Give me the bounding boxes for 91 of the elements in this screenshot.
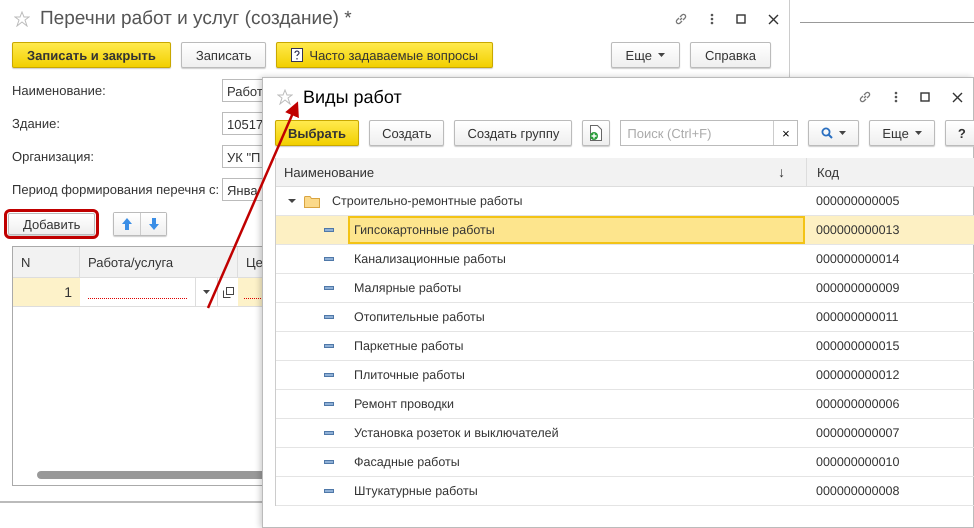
list-row[interactable]: Плиточные работы 000000000012 — [276, 361, 974, 390]
create-button[interactable]: Создать — [369, 120, 444, 146]
more-icon[interactable] — [894, 91, 898, 103]
field-label: Здание: — [12, 116, 61, 131]
table-cell-text: Отопительные работы — [353, 309, 486, 326]
search-button[interactable] — [808, 120, 860, 146]
table-cell-text: Паркетные работы — [353, 338, 465, 355]
item-icon — [324, 373, 334, 377]
field-label: Период формирования перечня с: — [12, 182, 220, 197]
link-icon[interactable] — [858, 90, 872, 104]
table-cell-text: Установка розеток и выключателей — [353, 425, 560, 442]
caret-icon — [839, 131, 846, 135]
caret-icon — [658, 53, 665, 57]
collapse-icon[interactable] — [288, 197, 296, 205]
add-document-icon — [589, 125, 604, 141]
list-row[interactable]: Фасадные работы 000000000010 — [276, 448, 974, 477]
column-header[interactable]: Работа/услуга — [80, 247, 238, 277]
faq-button[interactable]: Часто задаваемые вопросы — [276, 42, 494, 68]
list-row[interactable]: Отопительные работы 000000000011 — [276, 303, 974, 332]
move-down-button[interactable] — [140, 213, 166, 235]
folder-icon — [304, 194, 320, 208]
column-header[interactable]: N — [13, 247, 80, 277]
more-icon[interactable] — [710, 13, 714, 25]
table-cell-text: 000000000012 — [815, 368, 900, 382]
table-cell-text: Фасадные работы — [353, 454, 461, 471]
field-label: Наименование: — [12, 83, 107, 98]
more-button[interactable]: Еще — [610, 42, 680, 68]
list-row[interactable]: Малярные работы 000000000009 — [276, 274, 974, 303]
table-cell-text: 000000000010 — [815, 455, 900, 469]
table-cell-text: Штукатурные работы — [353, 483, 479, 500]
column-header[interactable]: Код — [806, 158, 974, 186]
create-group-button[interactable]: Создать группу — [454, 120, 572, 146]
list-row[interactable]: Паркетные работы 000000000015 — [276, 332, 974, 361]
star-icon[interactable] — [277, 89, 293, 105]
list-row[interactable]: Канализационные работы 000000000014 — [276, 245, 974, 274]
list-row[interactable]: Штукатурные работы 000000000008 — [276, 477, 974, 506]
up-arrow-icon — [121, 217, 134, 231]
table-cell-text: 000000000015 — [815, 339, 900, 353]
table-cell-text: Плиточные работы — [353, 367, 466, 384]
item-icon — [324, 431, 334, 435]
down-arrow-icon — [148, 217, 160, 231]
search-field[interactable]: Поиск (Ctrl+F) × — [620, 120, 798, 146]
question-icon — [291, 48, 304, 62]
table-cell-text: 000000000013 — [815, 223, 900, 237]
help-button[interactable]: Справка — [690, 42, 771, 68]
list-row[interactable]: Ремонт проводки 000000000006 — [276, 390, 974, 419]
column-header[interactable]: Наименование — [276, 164, 778, 180]
list-row[interactable]: Установка розеток и выключателей 000000000007 — [276, 419, 974, 448]
table-cell-text: Ремонт проводки — [353, 396, 455, 413]
item-icon — [324, 228, 334, 232]
table-cell: 1 — [13, 278, 80, 306]
add-document-button[interactable] — [582, 120, 610, 146]
windows-icon — [222, 286, 234, 298]
help-button[interactable]: ? — [944, 120, 974, 146]
window-title: Перечни работ и услуг (создание) * — [40, 8, 352, 30]
item-icon — [324, 460, 334, 464]
table-cell-text: 000000000008 — [815, 484, 900, 498]
table-cell-text: 000000000011 — [815, 310, 900, 324]
table-cell-text: 000000000009 — [815, 281, 900, 295]
sort-indicator: ↓ — [778, 164, 786, 180]
item-icon — [324, 286, 334, 290]
table-cell-text: Канализационные работы — [353, 251, 507, 268]
move-up-button[interactable] — [114, 213, 140, 235]
item-icon — [324, 257, 334, 261]
item-icon — [324, 315, 334, 319]
table-cell-text: 000000000005 — [815, 194, 900, 208]
save-button[interactable]: Записать — [180, 42, 266, 68]
star-icon[interactable] — [14, 11, 30, 27]
maximize-icon[interactable] — [920, 92, 930, 102]
group-name[interactable]: Строительно-ремонтные работы — [328, 189, 526, 213]
search-icon — [821, 127, 834, 139]
select-button[interactable]: Выбрать — [275, 120, 360, 146]
table-cell-text: 000000000014 — [815, 252, 900, 266]
table-cell-text: 000000000007 — [815, 426, 900, 440]
table-cell: Гипсокартонные работы — [348, 216, 805, 244]
close-icon[interactable] — [768, 14, 779, 24]
caret-icon — [914, 131, 922, 135]
table-cell-text: 000000000006 — [815, 397, 900, 411]
save-close-button[interactable]: Записать и закрыть — [12, 42, 171, 68]
item-icon — [324, 402, 334, 406]
link-icon[interactable] — [674, 12, 688, 26]
table-cell-text: Малярные работы — [353, 280, 462, 297]
field-label: Организация: — [12, 149, 96, 164]
close-icon[interactable] — [952, 92, 963, 102]
window-title: Виды работ — [303, 86, 402, 108]
item-icon — [324, 344, 334, 348]
list-row[interactable]: Гипсокартонные работы 000000000013 — [276, 216, 974, 245]
caret-icon — [203, 290, 210, 294]
more-button[interactable]: Еще — [869, 120, 935, 146]
item-icon — [324, 489, 334, 493]
maximize-icon[interactable] — [736, 14, 746, 24]
